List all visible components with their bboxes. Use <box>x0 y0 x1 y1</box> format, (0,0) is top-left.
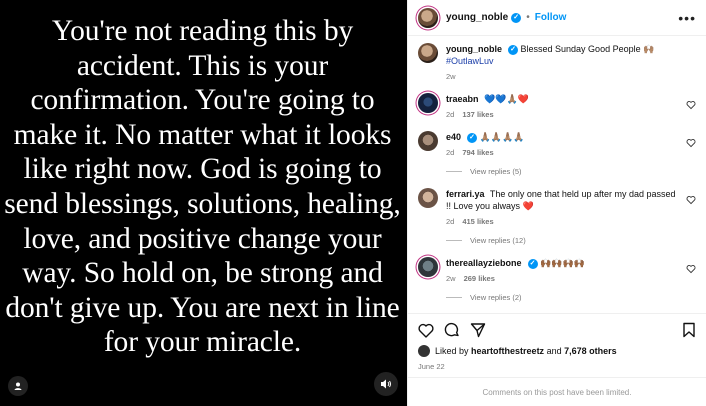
comment-age: 2d <box>446 217 455 226</box>
user-tag-icon[interactable] <box>8 376 28 396</box>
view-replies-label[interactable]: View replies (12) <box>470 236 526 245</box>
comment-likes[interactable]: 137 likes <box>462 110 493 119</box>
comment-icon[interactable] <box>444 322 460 338</box>
replies-divider <box>446 171 462 172</box>
comment-username[interactable]: thereallayziebone <box>446 258 522 268</box>
post-side-panel: young_noble ✓ • Follow ••• young_noble ✓ … <box>407 0 706 406</box>
comment-text: 🙏🏽🙏🏽🙏🏽🙏🏽 <box>479 132 525 142</box>
bookmark-icon[interactable] <box>682 322 696 338</box>
view-replies-label[interactable]: View replies (2) <box>470 293 522 302</box>
post-date[interactable]: June 22 <box>418 362 696 371</box>
heart-icon[interactable] <box>686 138 696 148</box>
comment-likes[interactable]: 415 likes <box>462 217 493 226</box>
comments-list: young_noble ✓ Blessed Sunday Good People … <box>408 36 706 302</box>
comment-likes[interactable]: 794 likes <box>462 148 493 157</box>
replies-divider <box>446 240 462 241</box>
comment-likes[interactable]: 269 likes <box>464 274 495 283</box>
comment-age: 2d <box>446 110 455 119</box>
avatar[interactable] <box>418 7 438 28</box>
caption-username[interactable]: young_noble <box>446 44 502 54</box>
avatar[interactable] <box>418 345 430 357</box>
quote-text: You're not reading this by accident. Thi… <box>4 15 401 359</box>
avatar[interactable] <box>418 188 438 208</box>
caption-text: Blessed Sunday Good People 🙌🏽 <box>520 44 655 54</box>
avatar[interactable] <box>418 131 438 151</box>
share-icon[interactable] <box>470 322 486 338</box>
comment-username[interactable]: traeabn <box>446 94 479 104</box>
avatar[interactable] <box>418 43 438 63</box>
view-replies-link[interactable]: View replies (2) <box>446 293 696 302</box>
replies-divider <box>446 297 462 298</box>
likes-count[interactable]: 7,678 others <box>564 346 617 356</box>
comment-item: ferrari.ya The only one that held up aft… <box>418 188 696 226</box>
post-header: young_noble ✓ • Follow ••• <box>408 0 706 36</box>
comment-item: thereallayziebone ✓ 🙌🏾🙌🏾🙌🏾🙌🏾 2w 269 likes <box>418 257 696 283</box>
view-replies-label[interactable]: View replies (5) <box>470 167 522 176</box>
comment-age: 2d <box>446 148 455 157</box>
liked-by: Liked by heartofthestreetz and 7,678 oth… <box>418 345 696 357</box>
post-actions: Liked by heartofthestreetz and 7,678 oth… <box>408 313 706 371</box>
comment-text: 🙌🏾🙌🏾🙌🏾🙌🏾 <box>540 258 585 268</box>
comments-limited-notice: Comments on this post have been limited. <box>408 377 706 406</box>
comment-age: 2w <box>446 274 456 283</box>
heart-icon[interactable] <box>686 100 696 110</box>
follow-button[interactable]: Follow <box>535 12 567 23</box>
mute-icon[interactable] <box>374 372 398 396</box>
comment-username[interactable]: e40 <box>446 132 461 142</box>
verified-icon: ✓ <box>467 132 478 143</box>
liked-by-prefix: Liked by <box>435 346 469 356</box>
hashtag-link[interactable]: #OutlawLuv <box>446 56 494 66</box>
heart-icon[interactable] <box>686 195 696 205</box>
comment-item: e40 ✓ 🙏🏽🙏🏽🙏🏽🙏🏽 2d 794 likes <box>418 131 696 157</box>
heart-icon[interactable] <box>686 264 696 274</box>
more-icon[interactable]: ••• <box>678 10 696 26</box>
avatar[interactable] <box>418 93 438 113</box>
post-media[interactable]: You're not reading this by accident. Thi… <box>0 0 407 406</box>
comment-username[interactable]: ferrari.ya <box>446 189 485 199</box>
comment-item: traeabn 💙💙🙏🏽❤️ 2d 137 likes <box>418 93 696 119</box>
separator-dot: • <box>526 12 530 23</box>
verified-icon: ✓ <box>508 44 518 55</box>
verified-icon: ✓ <box>511 12 522 23</box>
caption-age: 2w <box>446 72 456 81</box>
view-replies-link[interactable]: View replies (5) <box>446 167 696 176</box>
comment-text: 💙💙🙏🏽❤️ <box>484 94 529 104</box>
post-caption: young_noble ✓ Blessed Sunday Good People … <box>418 43 696 81</box>
instagram-post: You're not reading this by accident. Thi… <box>0 0 706 406</box>
liked-by-and: and <box>546 346 562 356</box>
post-author-username[interactable]: young_noble <box>446 12 508 23</box>
verified-icon: ✓ <box>527 258 538 269</box>
liked-by-user[interactable]: heartofthestreetz <box>471 346 544 356</box>
avatar[interactable] <box>418 257 438 277</box>
heart-icon[interactable] <box>418 323 434 338</box>
view-replies-link[interactable]: View replies (12) <box>446 236 696 245</box>
